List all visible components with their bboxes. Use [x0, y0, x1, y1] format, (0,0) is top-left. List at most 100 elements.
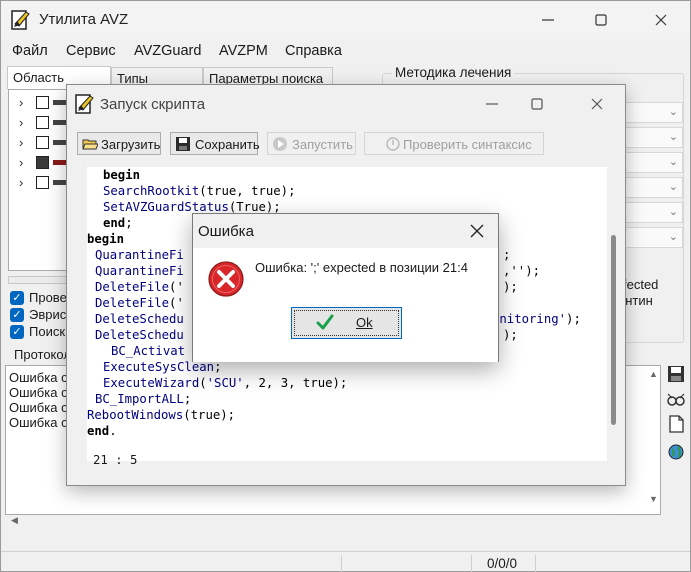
chevron-right-icon[interactable]: ›	[19, 175, 23, 190]
checkmark-icon[interactable]: ✓	[10, 308, 24, 322]
chevron-right-icon[interactable]: ›	[19, 115, 23, 130]
menubar: Файл Сервис AVZGuard AVZPM Справка	[1, 41, 690, 63]
scroll-down-icon[interactable]: ▼	[649, 494, 658, 504]
code-line: ExecuteWizard('SCU', 2, 3, true);	[103, 376, 348, 390]
status-divider	[471, 555, 472, 572]
code-line: ,'');	[503, 264, 541, 278]
log-line: Ошибка с	[9, 415, 68, 430]
checkmark-icon[interactable]: ✓	[10, 291, 24, 305]
run-button[interactable]: Запустить	[267, 132, 356, 155]
error-dialog: Ошибка Ошибка: ';' expected в позиции 21…	[192, 213, 499, 362]
close-icon[interactable]	[649, 8, 673, 32]
avz-app-icon	[75, 94, 94, 114]
main-title: Утилита AVZ	[39, 11, 129, 28]
menu-avzguard[interactable]: AVZGuard	[134, 43, 201, 59]
log-line: Ошибка с	[9, 385, 68, 400]
check-label: Прове	[29, 290, 67, 305]
avz-app-icon	[11, 10, 30, 30]
treatment-combo[interactable]: ⌄	[617, 152, 683, 173]
menu-avzpm[interactable]: AVZPM	[219, 43, 268, 59]
log-vscrollbar[interactable]: ▲ ▼	[646, 366, 660, 514]
menu-file[interactable]: Файл	[12, 43, 48, 59]
code-line: begin	[87, 232, 125, 246]
code-line: end;	[103, 216, 133, 230]
error-dialog-title: Ошибка	[198, 223, 254, 240]
infected-label: fected	[623, 277, 659, 292]
error-message: Ошибка: ';' expected в позиции 21:4	[255, 260, 468, 275]
checkbox[interactable]	[36, 176, 49, 189]
code-line: BC_Activat	[111, 344, 186, 358]
chevron-down-icon: ⌄	[668, 206, 678, 218]
play-icon	[273, 137, 287, 151]
editor-vscrollbar[interactable]	[611, 235, 616, 425]
checkbox[interactable]	[36, 96, 49, 109]
treatment-combo[interactable]: ⌄	[617, 202, 683, 223]
focus-ring	[294, 310, 399, 336]
chevron-right-icon[interactable]: ›	[19, 155, 23, 170]
code-line: DeleteFile('	[95, 296, 184, 310]
document-icon[interactable]	[665, 413, 687, 435]
checkbox[interactable]	[36, 136, 49, 149]
chevron-down-icon: ⌄	[668, 131, 678, 143]
cursor-position: 21 : 5	[93, 453, 138, 467]
chevron-right-icon[interactable]: ›	[19, 95, 23, 110]
ok-button[interactable]: Ok	[291, 307, 402, 339]
treatment-combo[interactable]: ⌄	[617, 227, 683, 248]
minimize-icon[interactable]	[480, 92, 504, 116]
code-line: RebootWindows(true);	[87, 408, 236, 422]
checkmark-icon	[316, 314, 334, 330]
scroll-up-icon[interactable]: ▲	[649, 369, 658, 379]
maximize-icon[interactable]	[589, 8, 613, 32]
protocol-label: Протокол	[14, 347, 71, 362]
chevron-down-icon: ⌄	[668, 106, 678, 118]
chevron-right-icon[interactable]: ›	[19, 135, 23, 150]
save-button[interactable]: Сохранить	[170, 132, 260, 155]
code-line: end.	[87, 424, 117, 438]
glasses-icon[interactable]	[665, 388, 687, 410]
run-label: Запустить	[292, 137, 353, 152]
main-titlebar[interactable]: Утилита AVZ	[1, 1, 690, 39]
syntax-check-icon	[386, 137, 400, 151]
code-line: DeleteSchedu	[95, 328, 184, 342]
code-line: DeleteSchedu	[95, 312, 184, 326]
check-label: Поиск	[29, 324, 66, 339]
chevron-down-icon: ⌄	[668, 231, 678, 243]
code-line: DeleteFile('	[95, 280, 184, 294]
chevron-down-icon: ⌄	[668, 181, 678, 193]
log-line: Ошибка с	[9, 400, 68, 415]
treatment-combo[interactable]: ⌄	[617, 127, 683, 148]
checkbox[interactable]	[36, 156, 49, 169]
script-toolbar: Загрузить Сохранить Запустить Проверить …	[67, 129, 625, 159]
minimize-icon[interactable]	[536, 8, 560, 32]
menu-help[interactable]: Справка	[285, 43, 342, 59]
treatment-group-title: Методика лечения	[392, 65, 515, 80]
code-line: QuarantineFi	[95, 264, 184, 278]
check-syntax-label: Проверить синтаксис	[403, 137, 532, 152]
maximize-icon[interactable]	[525, 92, 549, 116]
check-syntax-button[interactable]: Проверить синтаксис	[364, 132, 544, 155]
checkbox[interactable]	[36, 116, 49, 129]
treatment-combo[interactable]: ⌄	[617, 177, 683, 198]
close-icon[interactable]	[468, 222, 486, 240]
code-line: BC_ImportALL;	[95, 392, 192, 406]
script-titlebar[interactable]: Запуск скрипта	[67, 85, 625, 123]
checkmark-icon[interactable]: ✓	[10, 325, 24, 339]
chevron-down-icon: ⌄	[668, 156, 678, 168]
globe-icon[interactable]	[665, 441, 687, 463]
error-icon	[208, 261, 244, 297]
scroll-left-icon[interactable]: ◀	[11, 515, 18, 526]
close-icon[interactable]	[585, 92, 609, 116]
code-line: SearchRootkit(true, true);	[103, 184, 296, 198]
code-line: );	[503, 328, 518, 342]
code-line: begin	[103, 168, 141, 182]
save-icon[interactable]	[665, 363, 687, 385]
load-label: Загрузить	[101, 137, 161, 152]
error-dialog-body: Ошибка: ';' expected в позиции 21:4 Ok	[193, 248, 498, 362]
treatment-combo[interactable]: ⌄	[617, 102, 683, 123]
menu-service[interactable]: Сервис	[66, 43, 116, 59]
status-divider	[341, 555, 342, 572]
load-button[interactable]: Загрузить	[77, 132, 161, 155]
status-counts: 0/0/0	[487, 556, 518, 571]
folder-open-icon	[82, 139, 98, 150]
code-line: onitoring');	[492, 312, 581, 326]
